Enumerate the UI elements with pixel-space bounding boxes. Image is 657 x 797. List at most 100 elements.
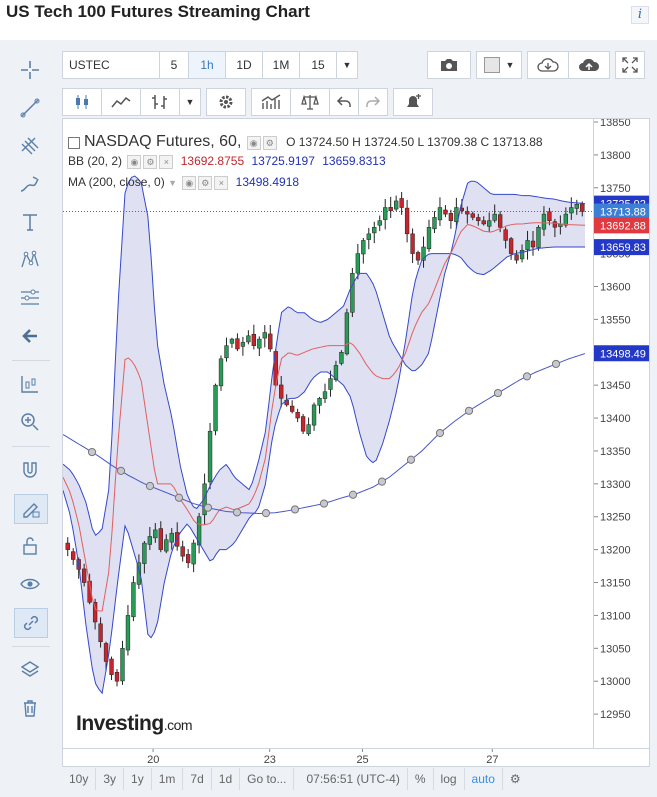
price-axis-svg: 12950 13000 13050 13100 13150 13200 13250 13300…: [594, 119, 649, 721]
price-label: 13692.88: [600, 220, 646, 232]
interval-1h[interactable]: 1h: [188, 51, 226, 79]
log-toggle[interactable]: log: [434, 768, 465, 790]
candle-up: [229, 338, 235, 344]
candle-down: [497, 214, 503, 228]
y-tick-label: 13050: [600, 643, 631, 655]
compare-button[interactable]: [290, 88, 330, 116]
magnet-icon[interactable]: [14, 456, 46, 484]
fullscreen-button[interactable]: [615, 51, 645, 79]
close-icon[interactable]: ×: [159, 154, 174, 169]
candle-down: [448, 213, 454, 221]
ma-marker: [261, 509, 271, 518]
unlock-icon[interactable]: [14, 532, 46, 560]
range-1y[interactable]: 1y: [124, 768, 152, 790]
candle-up: [164, 539, 169, 552]
area-chart-icon: [111, 96, 131, 108]
info-icon[interactable]: i: [631, 6, 649, 24]
range-1m[interactable]: 1m: [152, 768, 184, 790]
ma-marker: [290, 505, 300, 514]
price-label: 13498.49: [600, 348, 646, 360]
candle-down: [71, 551, 76, 560]
color-picker-button[interactable]: ▼: [476, 51, 522, 79]
ma-marker: [435, 428, 445, 438]
settings-button[interactable]: [206, 88, 246, 116]
bar-style-button[interactable]: [140, 88, 180, 116]
ma-marker: [551, 359, 561, 369]
snapshot-button[interactable]: [427, 51, 471, 79]
interval-5[interactable]: 5: [159, 51, 189, 79]
time-axis[interactable]: 20 23 25 27: [62, 749, 650, 767]
candle-up: [213, 384, 218, 432]
eye-icon[interactable]: ◉: [182, 175, 197, 190]
candle-down: [388, 207, 393, 212]
chart-type-dropdown[interactable]: ▼: [179, 88, 201, 116]
cloud-download-button[interactable]: [527, 51, 569, 79]
price-axis[interactable]: 12950 13000 13050 13100 13150 13200 13250 13300…: [594, 118, 650, 749]
candle-down: [92, 602, 98, 623]
price-label: 13713.88: [600, 207, 646, 219]
symbol-input[interactable]: USTEC: [62, 51, 160, 79]
auto-toggle[interactable]: auto: [465, 768, 503, 790]
area-chart-button[interactable]: [101, 88, 141, 116]
candle-down: [279, 384, 284, 399]
trash-icon[interactable]: [14, 694, 46, 722]
chart-area[interactable]: [62, 118, 594, 749]
candle-up: [147, 536, 153, 545]
trend-line-icon[interactable]: [14, 94, 46, 122]
gear-icon[interactable]: ⚙: [262, 135, 277, 150]
interval-1d[interactable]: 1D: [225, 51, 263, 79]
measure-icon[interactable]: [14, 370, 46, 398]
stay-drawing-icon[interactable]: [14, 494, 48, 524]
alerts-button[interactable]: [393, 88, 433, 116]
settings-icon[interactable]: ⚙: [503, 768, 528, 790]
candle-up: [240, 342, 246, 347]
bb-name: BB (20, 2): [68, 154, 123, 168]
crosshair-icon[interactable]: [14, 56, 46, 84]
interval-15[interactable]: 15: [299, 51, 337, 79]
interval-dropdown[interactable]: ▼: [336, 51, 358, 79]
text-tool-icon[interactable]: [14, 208, 46, 236]
goto-button[interactable]: Go to...: [240, 768, 295, 790]
link-icon[interactable]: [14, 608, 48, 638]
investing-logo: Investing.com: [76, 712, 193, 735]
zoom-in-icon[interactable]: [14, 408, 46, 436]
candle-up: [224, 345, 229, 359]
chevron-down-icon[interactable]: ▼: [168, 178, 177, 188]
candle-down: [514, 254, 519, 261]
cloud-upload-button[interactable]: [568, 51, 610, 79]
collapse-legend-icon[interactable]: [68, 136, 80, 149]
pattern-icon[interactable]: [14, 246, 46, 274]
eye-icon[interactable]: ◉: [127, 154, 142, 169]
y-tick-label: 13800: [600, 150, 631, 162]
percent-toggle[interactable]: %: [408, 768, 434, 790]
indicators-button[interactable]: [251, 88, 291, 116]
candle-down: [399, 198, 404, 208]
redo-button[interactable]: [358, 88, 388, 116]
indicators-icon: [261, 94, 281, 109]
eye-icon[interactable]: [14, 570, 46, 598]
arrow-left-icon[interactable]: [14, 322, 46, 350]
brush-icon[interactable]: [14, 170, 46, 198]
candle-down: [410, 233, 415, 254]
range-1d[interactable]: 1d: [212, 768, 241, 790]
interval-1m[interactable]: 1M: [262, 51, 300, 79]
candle-up: [574, 203, 579, 209]
ma-marker: [319, 499, 329, 508]
layers-icon[interactable]: [14, 656, 46, 684]
range-7d[interactable]: 7d: [183, 768, 212, 790]
gear-icon[interactable]: ⚙: [143, 154, 158, 169]
range-10y[interactable]: 10y: [62, 768, 97, 790]
candle-up: [311, 404, 317, 426]
pitchfork-icon[interactable]: [14, 132, 46, 160]
undo-button[interactable]: [329, 88, 359, 116]
candle-up: [257, 338, 262, 349]
chevron-down-icon: ▼: [505, 60, 515, 70]
gear-icon[interactable]: ⚙: [198, 175, 213, 190]
ma-marker: [522, 372, 532, 381]
range-3y[interactable]: 3y: [96, 768, 125, 790]
close-icon[interactable]: ×: [214, 175, 229, 190]
eye-icon[interactable]: ◉: [246, 135, 261, 150]
y-tick-label: 12950: [600, 709, 631, 721]
candles-button[interactable]: [62, 88, 102, 116]
fib-retracement-icon[interactable]: [14, 284, 46, 312]
